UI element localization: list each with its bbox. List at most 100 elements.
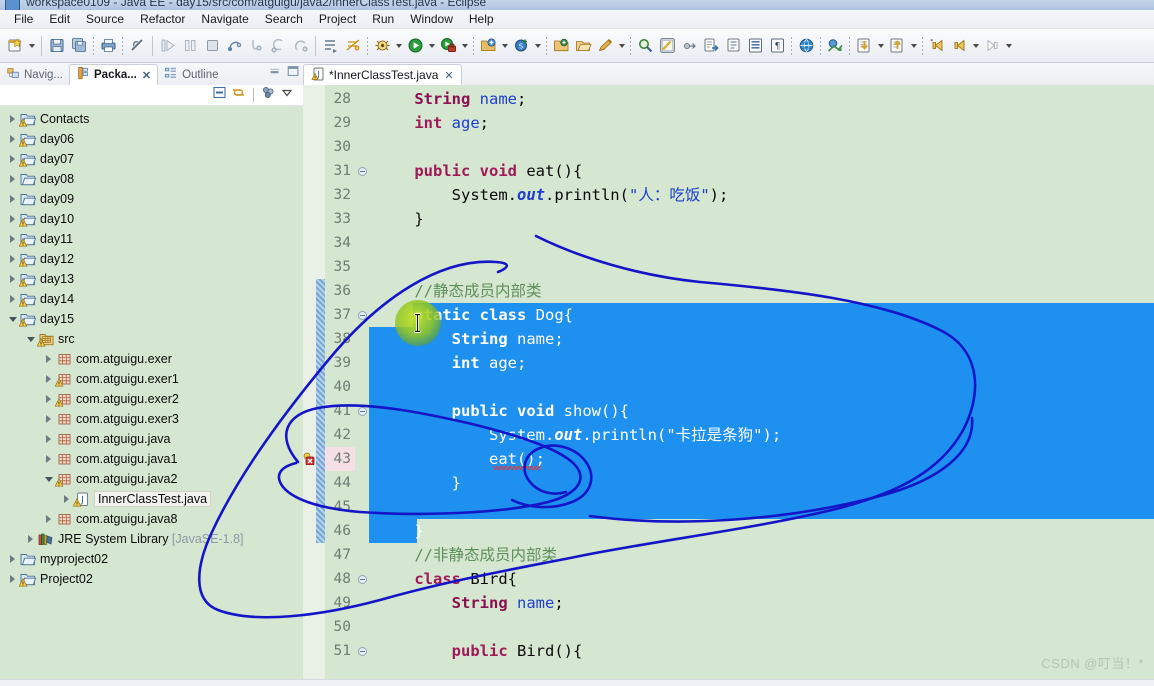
code-line[interactable] bbox=[369, 495, 1154, 519]
new-wizard-icon[interactable] bbox=[4, 34, 26, 58]
tree-item-day13[interactable]: day13 bbox=[0, 269, 303, 289]
menu-item-edit[interactable]: Edit bbox=[41, 11, 78, 27]
pause-icon[interactable] bbox=[179, 34, 201, 58]
chevron-down-icon[interactable] bbox=[42, 469, 55, 489]
search-icon[interactable] bbox=[634, 34, 656, 58]
menu-item-source[interactable]: Source bbox=[78, 11, 132, 27]
code-line[interactable]: } bbox=[369, 519, 1154, 543]
code-line[interactable] bbox=[369, 615, 1154, 639]
toolbar-dropdown-arrow[interactable] bbox=[1003, 34, 1014, 58]
outline-icon[interactable] bbox=[744, 34, 766, 58]
edit-pencil-icon[interactable] bbox=[594, 34, 616, 58]
step-return-icon[interactable] bbox=[267, 34, 289, 58]
code-editor[interactable]: 28 29 30 31 32 33 34 35 36 37 38 39 40 41 42 43 44 45 46 47… bbox=[303, 85, 1154, 686]
tree-item-day07[interactable]: day07 bbox=[0, 149, 303, 169]
code-line[interactable] bbox=[369, 135, 1154, 159]
step-over-icon[interactable] bbox=[223, 34, 245, 58]
chevron-right-icon[interactable] bbox=[42, 509, 55, 529]
toolbar-dropdown-arrow[interactable] bbox=[875, 34, 886, 58]
view-tab-outline[interactable]: Outline bbox=[158, 64, 224, 85]
tab-innerclasstest-java[interactable]: J *InnerClassTest.java ✕ bbox=[303, 64, 462, 85]
code-line[interactable]: int age; bbox=[369, 351, 1154, 375]
menu-item-project[interactable]: Project bbox=[311, 11, 364, 27]
tree-item-day06[interactable]: day06 bbox=[0, 129, 303, 149]
chevron-right-icon[interactable] bbox=[6, 169, 19, 189]
link-with-editor-icon[interactable] bbox=[231, 85, 246, 105]
toolbar-dropdown-arrow[interactable] bbox=[26, 34, 37, 58]
tree-item-com-atguigu-exer3[interactable]: com.atguigu.exer3 bbox=[0, 409, 303, 429]
new-java-project-icon[interactable] bbox=[477, 34, 499, 58]
toolbar-dropdown-arrow[interactable] bbox=[616, 34, 627, 58]
close-icon[interactable]: ✕ bbox=[142, 69, 151, 82]
menu-item-search[interactable]: Search bbox=[257, 11, 311, 27]
chevron-right-icon[interactable] bbox=[42, 429, 55, 449]
back-arrow-icon[interactable] bbox=[948, 34, 970, 58]
menu-item-run[interactable]: Run bbox=[364, 11, 402, 27]
tree-item-day14[interactable]: day14 bbox=[0, 289, 303, 309]
chevron-right-icon[interactable] bbox=[6, 189, 19, 209]
code-line[interactable]: String name; bbox=[369, 87, 1154, 111]
link-break-icon[interactable] bbox=[126, 34, 148, 58]
fold-collapse-icon[interactable] bbox=[358, 407, 367, 416]
save-all-icon[interactable] bbox=[68, 34, 90, 58]
view-tab-navig[interactable]: Navig... bbox=[0, 64, 69, 85]
chevron-right-icon[interactable] bbox=[6, 229, 19, 249]
tree-item-com-atguigu-java8[interactable]: com.atguigu.java8 bbox=[0, 509, 303, 529]
chevron-right-icon[interactable] bbox=[42, 449, 55, 469]
code-line[interactable] bbox=[369, 375, 1154, 399]
toolbar-dropdown-arrow[interactable] bbox=[426, 34, 437, 58]
chevron-right-icon[interactable] bbox=[6, 129, 19, 149]
back-history-icon[interactable] bbox=[926, 34, 948, 58]
chevron-right-icon[interactable] bbox=[6, 269, 19, 289]
debug-bug-icon[interactable] bbox=[371, 34, 393, 58]
step-out-icon[interactable] bbox=[289, 34, 311, 58]
toggle-icon[interactable] bbox=[678, 34, 700, 58]
minimize-icon[interactable] bbox=[268, 63, 283, 85]
menu-item-file[interactable]: File bbox=[6, 11, 41, 27]
chevron-right-icon[interactable] bbox=[60, 489, 73, 509]
tree-item-myproject02[interactable]: myproject02 bbox=[0, 549, 303, 569]
skip-breakpoints-icon[interactable] bbox=[342, 34, 364, 58]
tree-item-project02[interactable]: Project02 bbox=[0, 569, 303, 589]
tree-item-jre-system-library[interactable]: JRE System Library [JavaSE-1.8] bbox=[0, 529, 303, 549]
toolbar-dropdown-arrow[interactable] bbox=[970, 34, 981, 58]
code-line[interactable]: eat(); bbox=[369, 447, 1154, 471]
paragraph-icon[interactable]: ¶ bbox=[766, 34, 788, 58]
print-icon[interactable] bbox=[97, 34, 119, 58]
code-line[interactable]: String name; bbox=[369, 327, 1154, 351]
run-green-icon[interactable] bbox=[404, 34, 426, 58]
coverage-icon[interactable] bbox=[437, 34, 459, 58]
fold-collapse-icon[interactable] bbox=[358, 575, 367, 584]
error-marker-icon[interactable] bbox=[303, 452, 316, 466]
code-line[interactable] bbox=[369, 231, 1154, 255]
chevron-down-icon[interactable] bbox=[6, 309, 19, 329]
run-last-icon[interactable] bbox=[157, 34, 179, 58]
perspective-icon[interactable] bbox=[824, 34, 846, 58]
tree-item-day12[interactable]: day12 bbox=[0, 249, 303, 269]
collapse-all-icon[interactable] bbox=[212, 85, 227, 105]
code-line[interactable]: System.out.println("人：吃饭"); bbox=[369, 183, 1154, 207]
tree-item-contacts[interactable]: Contacts bbox=[0, 109, 303, 129]
code-line[interactable]: //非静态成员内部类 bbox=[369, 543, 1154, 567]
toolbar-dropdown-arrow[interactable] bbox=[908, 34, 919, 58]
tree-item-com-atguigu-exer[interactable]: com.atguigu.exer bbox=[0, 349, 303, 369]
code-line[interactable]: //静态成员内部类 bbox=[369, 279, 1154, 303]
export-icon[interactable] bbox=[700, 34, 722, 58]
code-line[interactable]: public Bird(){ bbox=[369, 639, 1154, 663]
tree-item-src[interactable]: src bbox=[0, 329, 303, 349]
fold-collapse-icon[interactable] bbox=[358, 311, 367, 320]
chevron-right-icon[interactable] bbox=[6, 549, 19, 569]
step-into-icon[interactable] bbox=[245, 34, 267, 58]
chevron-right-icon[interactable] bbox=[6, 149, 19, 169]
chevron-right-icon[interactable] bbox=[6, 289, 19, 309]
view-tab-packa[interactable]: Packa... ✕ bbox=[69, 64, 159, 85]
tree-item-day10[interactable]: day10 bbox=[0, 209, 303, 229]
tree-item-innerclasstest-java[interactable]: J InnerClassTest.java bbox=[0, 489, 303, 509]
code-line[interactable]: public void eat(){ bbox=[369, 159, 1154, 183]
code-line[interactable]: class Bird{ bbox=[369, 567, 1154, 591]
tree-item-com-atguigu-exer1[interactable]: com.atguigu.exer1 bbox=[0, 369, 303, 389]
folding-ruler[interactable] bbox=[355, 85, 370, 686]
globe-icon[interactable] bbox=[795, 34, 817, 58]
tree-item-day15[interactable]: day15 bbox=[0, 309, 303, 329]
save-icon[interactable] bbox=[46, 34, 68, 58]
